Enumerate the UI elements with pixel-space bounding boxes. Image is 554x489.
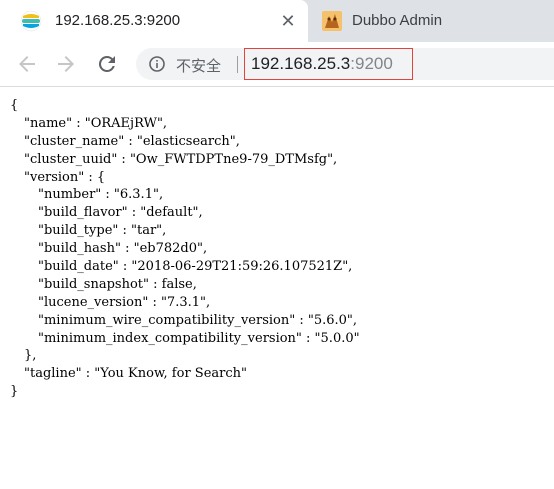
omnibox-divider [237, 56, 238, 73]
dubbo-logo-icon [322, 11, 342, 31]
tab-strip: 192.168.25.3:9200 ✕ Dubbo Admin [0, 0, 554, 42]
json-line-lucene-version: "lucene_version" : "7.3.1", [38, 294, 211, 310]
json-line-number: "number" : "6.3.1", [38, 187, 164, 203]
json-line-build-type: "build_type" : "tar", [38, 223, 167, 239]
json-line-build-hash: "build_hash" : "eb782d0", [38, 241, 208, 257]
json-line-version: "version" : { [24, 169, 106, 185]
info-icon[interactable] [149, 56, 165, 72]
close-tab-icon[interactable]: ✕ [278, 11, 298, 31]
url-text[interactable]: 192.168.25.3:9200 [251, 54, 393, 74]
tab-title: 192.168.25.3:9200 [55, 12, 181, 29]
browser-toolbar: 不安全 192.168.25.3:9200 [0, 42, 554, 87]
json-line-name: "name" : "ORAEjRW", [24, 115, 168, 131]
security-status-label[interactable]: 不安全 [176, 55, 221, 76]
json-response: { "name" : "ORAEjRW", "cluster_name" : "… [10, 97, 550, 401]
json-line-version-close: }, [24, 348, 37, 364]
tab-elasticsearch[interactable]: 192.168.25.3:9200 ✕ [0, 0, 308, 42]
forward-arrow-icon[interactable] [54, 52, 78, 76]
json-line-min-index: "minimum_index_compatibility_version" : … [38, 330, 360, 346]
json-line-tagline: "tagline" : "You Know, for Search" [24, 366, 247, 382]
url-highlight-box: 192.168.25.3:9200 [244, 48, 413, 80]
back-arrow-icon[interactable] [15, 52, 39, 76]
url-port: :9200 [350, 54, 393, 73]
json-line: } [10, 384, 19, 400]
json-line: { [10, 98, 19, 113]
json-line-build-date: "build_date" : "2018-06-29T21:59:26.1075… [38, 259, 353, 275]
json-line-cluster-name: "cluster_name" : "elasticsearch", [24, 133, 240, 149]
json-line-min-wire: "minimum_wire_compatibility_version" : "… [38, 312, 358, 328]
tab-title: Dubbo Admin [352, 12, 443, 29]
json-line-build-flavor: "build_flavor" : "default", [38, 205, 203, 221]
elasticsearch-icon [20, 10, 42, 32]
tab-dubbo-admin[interactable]: Dubbo Admin [308, 0, 554, 42]
url-host: 192.168.25.3 [251, 54, 351, 73]
json-line-build-snapshot: "build_snapshot" : false, [38, 276, 197, 292]
reload-icon[interactable] [95, 52, 119, 76]
address-bar[interactable]: 不安全 192.168.25.3:9200 [136, 48, 554, 80]
json-line-cluster-uuid: "cluster_uuid" : "Ow_FWTDPTne9-79_DTMsfg… [24, 151, 338, 167]
